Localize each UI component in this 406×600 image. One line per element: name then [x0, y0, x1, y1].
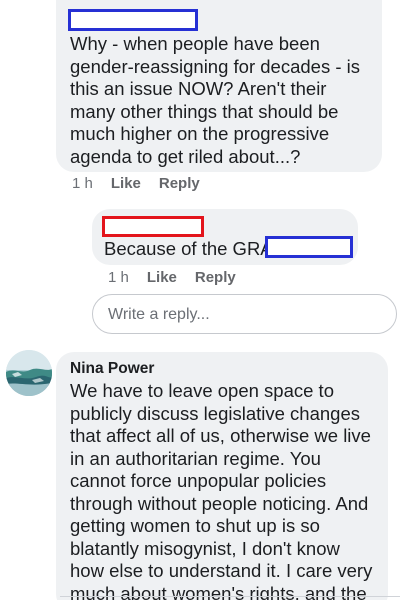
reply-input-container[interactable] [92, 294, 397, 334]
reply-text: Because of the GRA [104, 238, 273, 261]
reply-button[interactable]: Reply [159, 175, 200, 192]
reply-bubble: Because of the GRA [92, 209, 358, 265]
reply-button[interactable]: Reply [195, 269, 236, 286]
comment-text: We have to leave open space to publicly … [70, 380, 373, 600]
comment-timestamp: 1 h [72, 175, 93, 192]
reply-text-content: Because of the GRA [104, 238, 273, 259]
divider [60, 596, 400, 597]
like-button[interactable]: Like [111, 175, 141, 192]
reply-timestamp: 1 h [108, 269, 129, 286]
reply-meta: 1 h Like Reply [108, 269, 236, 286]
comment-bubble: Why - when people have been gender-reass… [56, 0, 382, 172]
avatar-image [6, 350, 52, 396]
avatar[interactable] [6, 350, 52, 396]
comment-author[interactable]: Nina Power [70, 360, 154, 378]
like-button[interactable]: Like [147, 269, 177, 286]
comment-bubble: Nina Power We have to leave open space t… [56, 352, 388, 600]
comment-meta: 1 h Like Reply [72, 175, 200, 192]
comment-thread: Why - when people have been gender-reass… [0, 0, 406, 600]
redacted-author-name [102, 216, 204, 237]
comment-text: Why - when people have been gender-reass… [70, 33, 360, 167]
reply-input[interactable] [106, 303, 370, 327]
redacted-author-name [68, 9, 198, 31]
redacted-mention [265, 236, 353, 258]
